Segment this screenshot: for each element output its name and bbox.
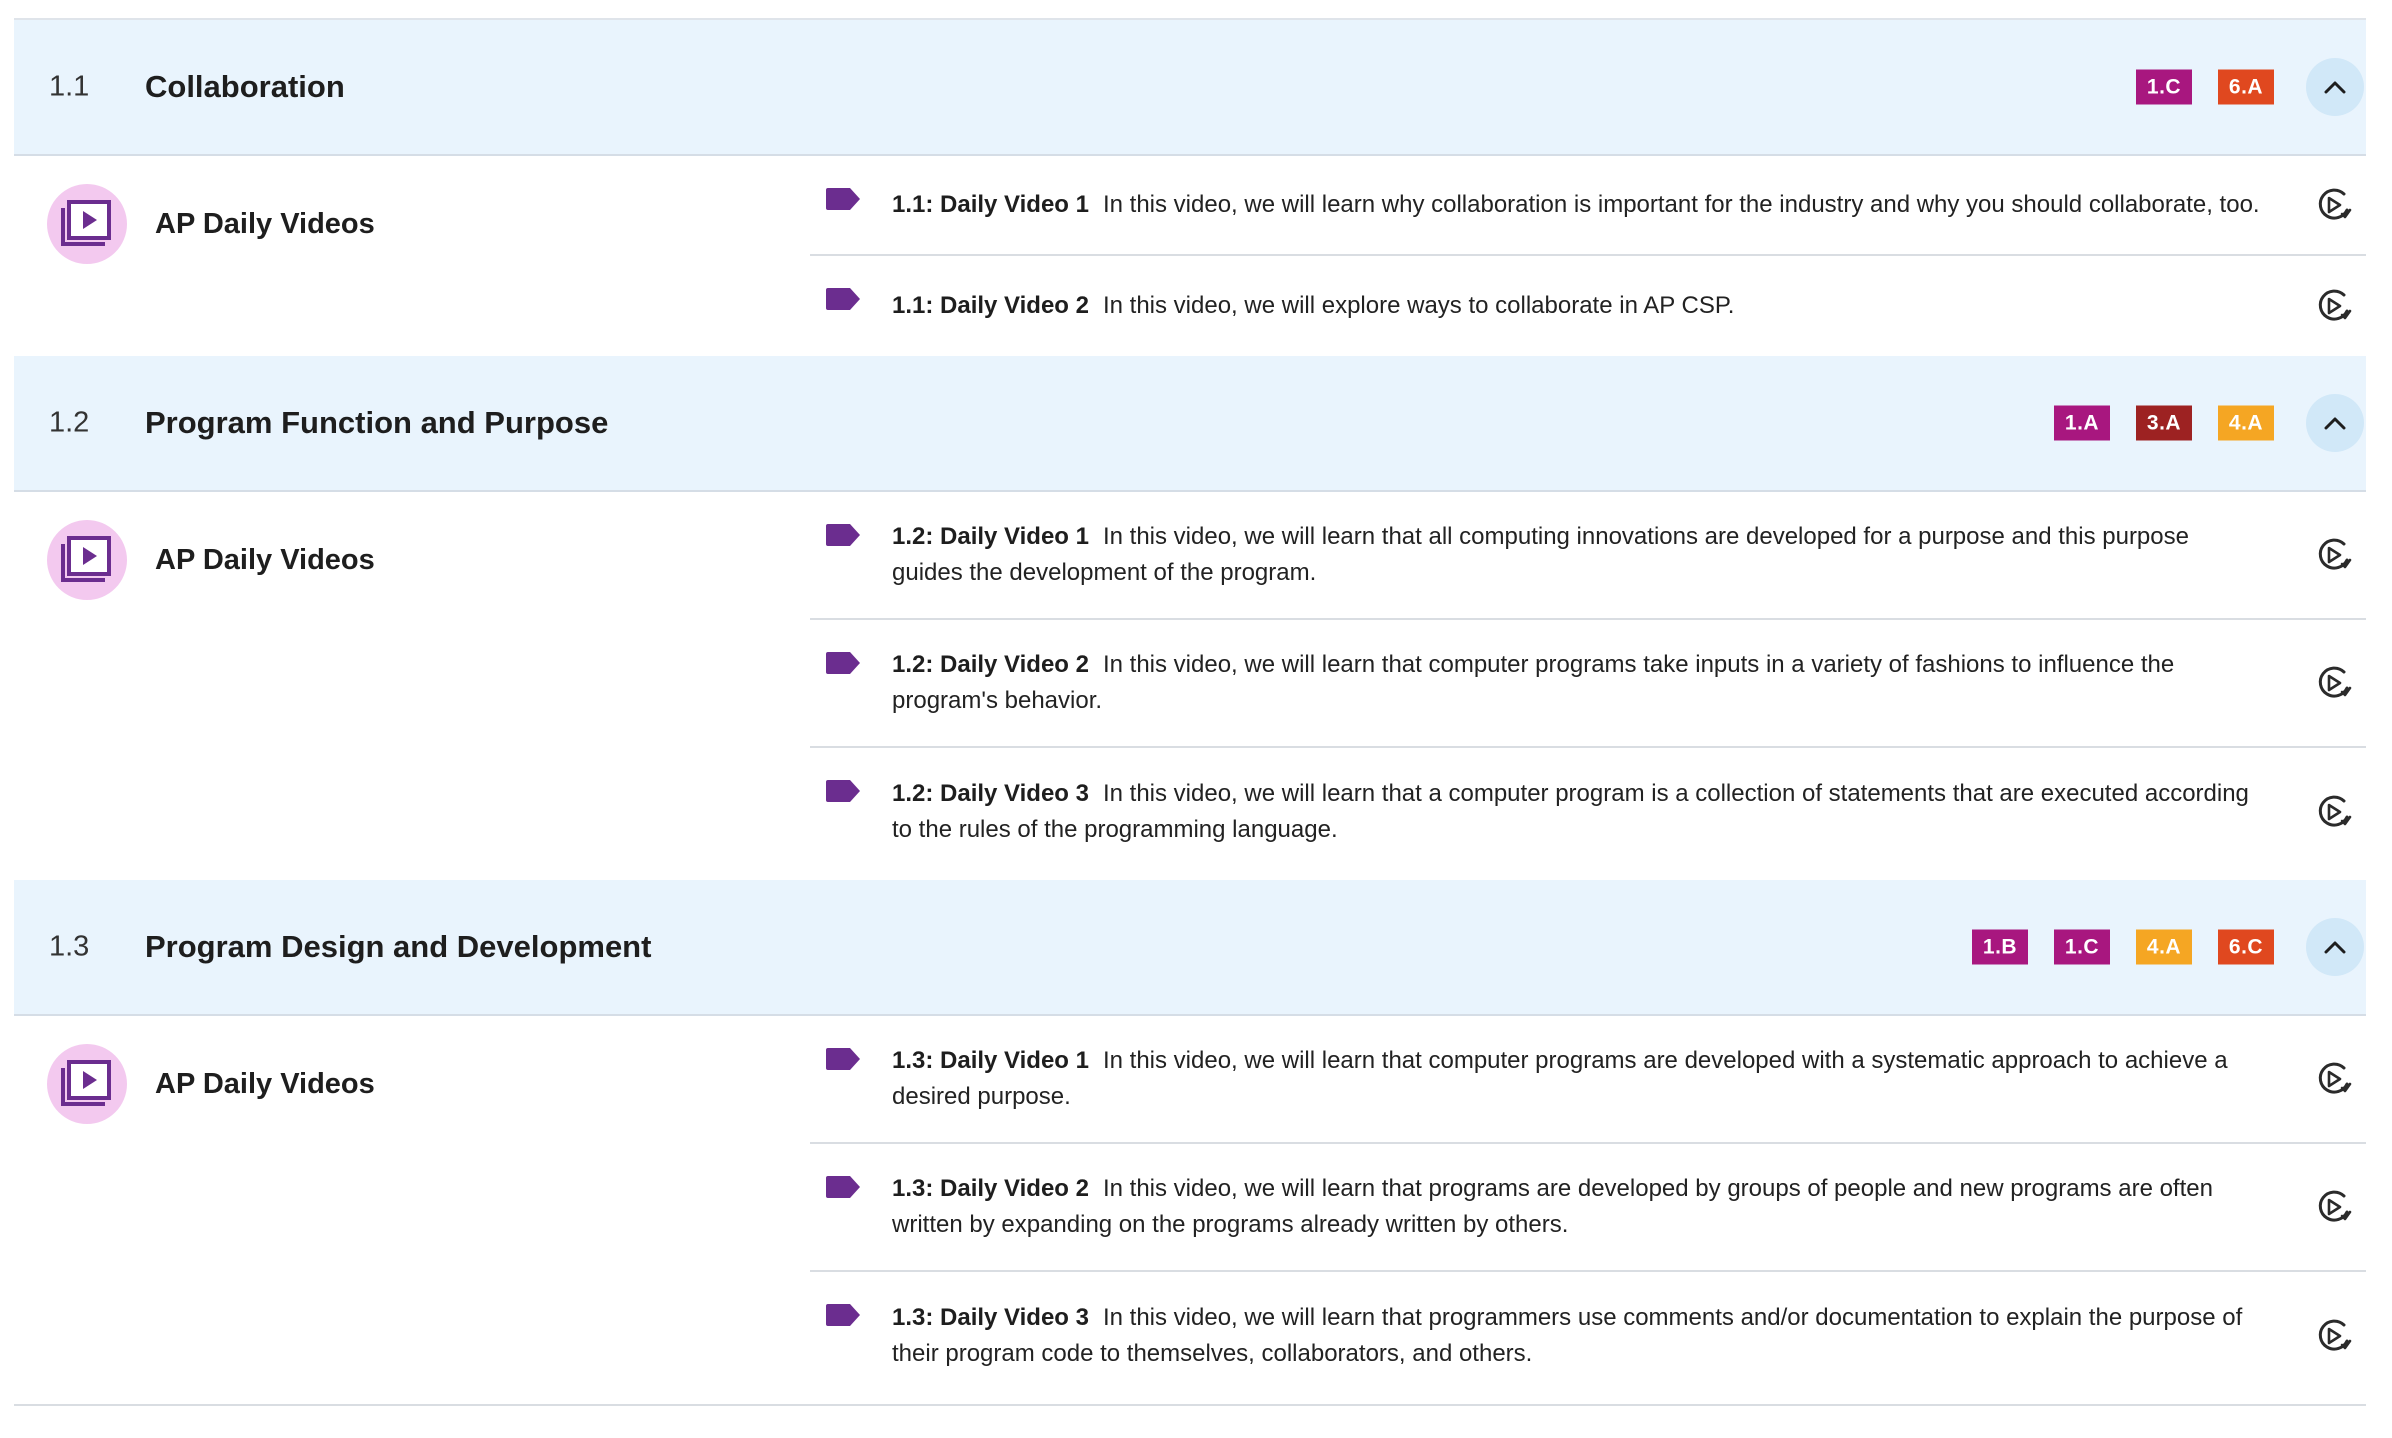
video-title[interactable]: 1.3: Daily Video 3 (892, 1304, 1089, 1331)
video-tag-icon (826, 1304, 860, 1326)
play-video-icon[interactable] (2314, 287, 2352, 325)
video-title[interactable]: 1.2: Daily Video 1 (892, 523, 1089, 550)
video-title[interactable]: 1.1: Daily Video 1 (892, 191, 1089, 218)
video-tag-icon (826, 188, 860, 210)
collapse-toggle-button[interactable] (2306, 918, 2364, 976)
video-description: In this video, we will learn why collabo… (1102, 191, 2260, 218)
resource-label: AP Daily Videos (155, 543, 375, 576)
skill-badges: 1.B 1.C 4.A 6.C (1972, 929, 2274, 965)
resource-type: AP Daily Videos (47, 1044, 375, 1124)
video-list: 1.1: Daily Video 1 In this video, we will… (810, 156, 2366, 356)
video-item[interactable]: 1.3: Daily Video 2 In this video, we will… (810, 1144, 2366, 1272)
topic-body: AP Daily Videos 1.2: Daily Video 1 In thi… (14, 492, 2366, 880)
topic-title: Collaboration (145, 69, 345, 104)
video-tag-icon (826, 652, 860, 674)
skill-badge: 1.C (2136, 69, 2192, 105)
play-video-icon[interactable] (2314, 793, 2352, 831)
topic-header[interactable]: 1.3 Program Design and Development 1.B 1… (14, 880, 2366, 1016)
topic-number: 1.2 (49, 406, 90, 439)
collapse-toggle-button[interactable] (2306, 58, 2364, 116)
topic-number: 1.1 (49, 70, 90, 103)
video-tag-icon (826, 1048, 860, 1070)
video-item[interactable]: 1.1: Daily Video 1 In this video, we will… (810, 156, 2366, 256)
skill-badge: 6.A (2218, 69, 2274, 105)
topic-title: Program Function and Purpose (145, 405, 609, 440)
unit-topic-list: 1.1 Collaboration 1.C 6.A AP Daily Video… (0, 0, 2392, 1438)
topic-header[interactable]: 1.1 Collaboration 1.C 6.A (14, 20, 2366, 156)
video-playlist-icon (47, 520, 127, 600)
video-item[interactable]: 1.2: Daily Video 2 In this video, we will… (810, 620, 2366, 748)
skill-badge: 4.A (2136, 929, 2192, 965)
skill-badge: 3.A (2136, 405, 2192, 441)
chevron-up-icon (2324, 417, 2346, 430)
skill-badges: 1.C 6.A (2136, 69, 2274, 105)
video-description: In this video, we will learn that progra… (892, 1304, 2243, 1367)
video-item[interactable]: 1.2: Daily Video 3 In this video, we will… (810, 748, 2366, 876)
video-item[interactable]: 1.1: Daily Video 2 In this video, we will… (810, 256, 2366, 356)
video-list: 1.2: Daily Video 1 In this video, we will… (810, 492, 2366, 876)
resource-type: AP Daily Videos (47, 520, 375, 600)
resource-label: AP Daily Videos (155, 207, 375, 240)
skill-badge: 6.C (2218, 929, 2274, 965)
topic-header[interactable]: 1.2 Program Function and Purpose 1.A 3.A… (14, 356, 2366, 492)
skill-badge: 1.B (1972, 929, 2028, 965)
topic-title: Program Design and Development (145, 929, 652, 964)
video-title[interactable]: 1.3: Daily Video 2 (892, 1175, 1089, 1202)
video-title[interactable]: 1.3: Daily Video 1 (892, 1047, 1089, 1074)
video-tag-icon (826, 288, 860, 310)
video-tag-icon (826, 1176, 860, 1198)
topic-body: AP Daily Videos 1.3: Daily Video 1 In thi… (14, 1016, 2366, 1404)
video-playlist-icon (47, 1044, 127, 1124)
video-title[interactable]: 1.2: Daily Video 2 (892, 651, 1089, 678)
video-description: In this video, we will learn that a comp… (892, 780, 2249, 843)
resource-type: AP Daily Videos (47, 184, 375, 264)
skill-badge: 4.A (2218, 405, 2274, 441)
video-description: In this video, we will explore ways to c… (1102, 292, 1735, 319)
video-item[interactable]: 1.2: Daily Video 1 In this video, we will… (810, 492, 2366, 620)
divider (14, 1404, 2366, 1406)
play-video-icon[interactable] (2314, 186, 2352, 224)
skill-badges: 1.A 3.A 4.A (2054, 405, 2274, 441)
video-playlist-icon (47, 184, 127, 264)
play-video-icon[interactable] (2314, 664, 2352, 702)
video-title[interactable]: 1.2: Daily Video 3 (892, 780, 1089, 807)
video-tag-icon (826, 524, 860, 546)
topic-body: AP Daily Videos 1.1: Daily Video 1 In thi… (14, 156, 2366, 356)
skill-badge: 1.C (2054, 929, 2110, 965)
video-item[interactable]: 1.3: Daily Video 3 In this video, we will… (810, 1272, 2366, 1400)
chevron-up-icon (2324, 81, 2346, 94)
play-video-icon[interactable] (2314, 1317, 2352, 1355)
resource-label: AP Daily Videos (155, 1067, 375, 1100)
chevron-up-icon (2324, 941, 2346, 954)
video-list: 1.3: Daily Video 1 In this video, we will… (810, 1016, 2366, 1400)
video-description: In this video, we will learn that progra… (892, 1175, 2213, 1238)
play-video-icon[interactable] (2314, 1060, 2352, 1098)
video-title[interactable]: 1.1: Daily Video 2 (892, 292, 1089, 319)
video-description: In this video, we will learn that comput… (892, 1047, 2228, 1110)
skill-badge: 1.A (2054, 405, 2110, 441)
video-item[interactable]: 1.3: Daily Video 1 In this video, we will… (810, 1016, 2366, 1144)
collapse-toggle-button[interactable] (2306, 394, 2364, 452)
video-tag-icon (826, 780, 860, 802)
play-video-icon[interactable] (2314, 1188, 2352, 1226)
play-video-icon[interactable] (2314, 536, 2352, 574)
topic-number: 1.3 (49, 930, 90, 963)
